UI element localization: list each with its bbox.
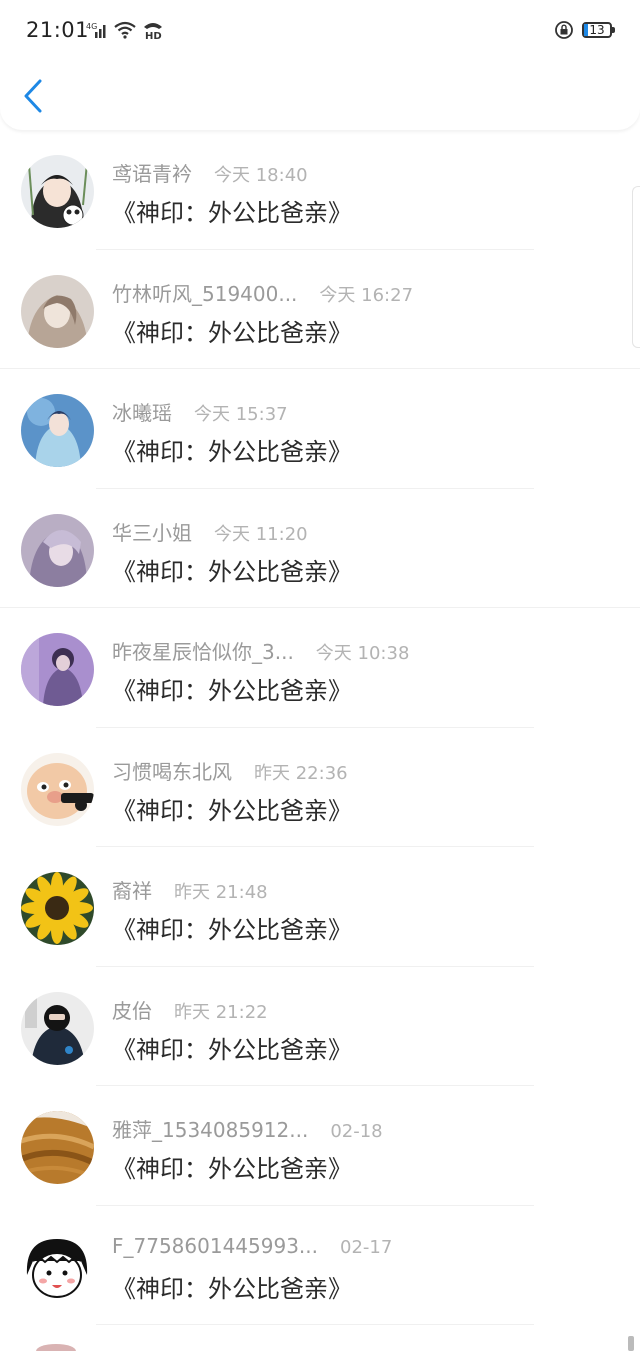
- phone-screen: 21:01 4G HD 13 鸢语青衿 今天 18:40 《神印：外公比爸亲》 …: [0, 0, 640, 1351]
- message-text: 《神印：外公比爸亲》: [112, 677, 352, 705]
- item-header: F_7758601445993... 02-17: [112, 1234, 392, 1258]
- status-icons: 4G HD: [86, 20, 164, 40]
- item-header: 冰曦瑶 今天 15:37: [112, 397, 288, 426]
- avatar[interactable]: [21, 274, 94, 348]
- item-header: 习惯喝东北风 昨天 22:36: [112, 756, 348, 785]
- list-item[interactable]: 竹林听风_519400... 今天 16:27 《神印：外公比爸亲》: [0, 250, 640, 369]
- list-item[interactable]: 雅萍_1534085912... 02-18 《神印：外公比爸亲》: [0, 1086, 640, 1206]
- sender-name[interactable]: F_7758601445993...: [112, 1234, 318, 1258]
- item-header: 昨夜星辰恰似你_3... 今天 10:38: [112, 636, 409, 665]
- status-right: 13: [554, 20, 615, 40]
- item-header: 裔祥 昨天 21:48: [112, 875, 268, 904]
- avatar[interactable]: [21, 1230, 94, 1304]
- sender-name[interactable]: 鸢语青衿: [112, 158, 192, 187]
- avatar[interactable]: [21, 155, 94, 228]
- battery-level: 13: [589, 23, 605, 37]
- timestamp: 今天 10:38: [315, 643, 410, 664]
- message-text: 《神印：外公比爸亲》: [112, 199, 352, 227]
- top-bar: 21:01 4G HD 13: [0, 0, 640, 130]
- nav-bar: [0, 64, 640, 128]
- timestamp: 今天 15:37: [194, 404, 288, 425]
- timestamp: 今天 16:27: [319, 284, 414, 306]
- scrollbar[interactable]: [628, 1336, 634, 1351]
- avatar: [36, 1344, 76, 1351]
- message-text: 《神印：外公比爸亲》: [112, 438, 352, 466]
- list-item[interactable]: 鸢语青衿 今天 18:40 《神印：外公比爸亲》: [0, 130, 640, 250]
- notification-list: 鸢语青衿 今天 18:40 《神印：外公比爸亲》 竹林听风_519400... …: [0, 130, 640, 1325]
- avatar[interactable]: [21, 633, 94, 706]
- item-header: 雅萍_1534085912... 02-18: [112, 1114, 383, 1143]
- chevron-left-icon: [24, 79, 42, 113]
- sender-name[interactable]: 雅萍_1534085912...: [112, 1114, 308, 1143]
- item-header: 华三小姐 今天 11:20: [112, 517, 308, 546]
- avatar[interactable]: [21, 1111, 94, 1184]
- list-item[interactable]: 习惯喝东北风 昨天 22:36 《神印：外公比爸亲》: [0, 728, 640, 847]
- sender-name[interactable]: 裔祥: [112, 875, 152, 904]
- cellular-signal-icon: 4G: [86, 22, 106, 38]
- item-header: 鸢语青衿 今天 18:40: [112, 158, 308, 187]
- hd-label: HD: [145, 31, 162, 40]
- timestamp: 今天 18:40: [214, 165, 308, 186]
- message-text: 《神印：外公比爸亲》: [112, 1274, 352, 1303]
- avatar[interactable]: [21, 752, 94, 826]
- timestamp: 昨天 21:22: [174, 1001, 268, 1023]
- status-bar: 21:01 4G HD 13: [0, 0, 640, 64]
- sender-name[interactable]: 华三小姐: [112, 517, 192, 546]
- item-header: 竹林听风_519400... 今天 16:27: [112, 278, 413, 307]
- sender-name[interactable]: 竹林听风_519400...: [112, 278, 297, 307]
- list-item[interactable]: 昨夜星辰恰似你_3... 今天 10:38 《神印：外公比爸亲》: [0, 608, 640, 728]
- list-item[interactable]: F_7758601445993... 02-17 《神印：外公比爸亲》: [0, 1206, 640, 1325]
- divider: [96, 1324, 534, 1325]
- list-item[interactable]: 皮佁 昨天 21:22 《神印：外公比爸亲》: [0, 967, 640, 1086]
- message-text: 《神印：外公比爸亲》: [112, 557, 352, 586]
- sender-name[interactable]: 习惯喝东北风: [112, 756, 232, 785]
- message-text: 《神印：外公比爸亲》: [112, 796, 352, 825]
- timestamp: 今天 11:20: [214, 523, 308, 545]
- sender-name[interactable]: 皮佁: [112, 995, 152, 1024]
- avatar[interactable]: [21, 991, 94, 1065]
- avatar[interactable]: [21, 513, 94, 587]
- sender-name[interactable]: 昨夜星辰恰似你_3...: [112, 636, 294, 665]
- sender-name[interactable]: 冰曦瑶: [112, 397, 172, 426]
- timestamp: 02-17: [340, 1236, 393, 1258]
- rotation-lock-icon: [555, 21, 573, 39]
- network-type-label: 4G: [86, 22, 97, 31]
- message-text: 《神印：外公比爸亲》: [112, 916, 352, 944]
- status-time: 21:01: [26, 18, 90, 42]
- list-item[interactable]: 冰曦瑶 今天 15:37 《神印：外公比爸亲》: [0, 369, 640, 489]
- list-item[interactable]: 裔祥 昨天 21:48 《神印：外公比爸亲》: [0, 847, 640, 967]
- avatar[interactable]: [21, 872, 94, 945]
- list-item[interactable]: 华三小姐 今天 11:20 《神印：外公比爸亲》: [0, 489, 640, 608]
- timestamp: 02-18: [330, 1121, 383, 1142]
- hd-call-icon: HD: [144, 23, 162, 40]
- wifi-icon: [114, 21, 136, 39]
- battery-indicator: 13: [582, 22, 615, 38]
- message-text: 《神印：外公比爸亲》: [112, 318, 352, 347]
- avatar[interactable]: [21, 394, 94, 467]
- message-text: 《神印：外公比爸亲》: [112, 1035, 352, 1064]
- timestamp: 昨天 22:36: [254, 762, 348, 784]
- side-scroll-handle[interactable]: [632, 186, 640, 348]
- message-text: 《神印：外公比爸亲》: [112, 1155, 352, 1183]
- back-button[interactable]: [18, 74, 58, 118]
- item-header: 皮佁 昨天 21:22: [112, 995, 268, 1024]
- timestamp: 昨天 21:48: [174, 882, 268, 903]
